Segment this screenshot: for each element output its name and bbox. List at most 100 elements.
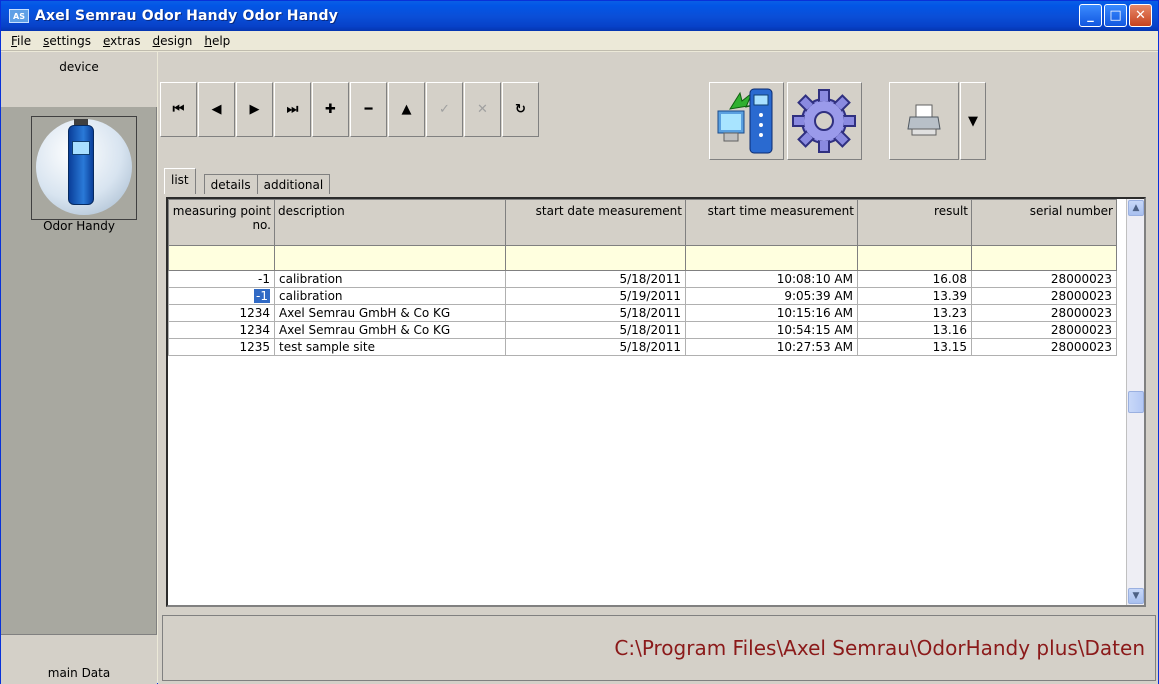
column-header-measuring-point[interactable]: measuring point no.: [168, 199, 275, 246]
scrollbar-thumb[interactable]: [1128, 391, 1144, 413]
selected-cell-value: -1: [254, 289, 270, 303]
cell-description[interactable]: Axel Semrau GmbH & Co KG: [274, 321, 506, 339]
data-path-text: C:\Program Files\Axel Semrau\OdorHandy p…: [614, 636, 1145, 660]
cell-result[interactable]: 13.23: [857, 304, 972, 322]
cell-description[interactable]: test sample site: [274, 338, 506, 356]
cell-measuring-point[interactable]: 1234: [168, 304, 275, 322]
post-record-button[interactable]: ✓: [426, 82, 463, 137]
handheld-device-icon: [68, 125, 94, 205]
column-header-start-date[interactable]: start date measurement: [505, 199, 686, 246]
cell-start-time[interactable]: 10:15:16 AM: [685, 304, 858, 322]
device-sidebar: device Odor Handy main Data: [1, 52, 157, 684]
cell-start-date[interactable]: 5/18/2011: [505, 270, 686, 288]
window-controls: _ □ ✕: [1079, 4, 1152, 27]
cell-start-time[interactable]: 10:54:15 AM: [685, 321, 858, 339]
menu-bar: File settings extras design help: [1, 31, 1158, 51]
cell-measuring-point[interactable]: -1: [168, 270, 275, 288]
cell-result[interactable]: 13.39: [857, 287, 972, 305]
filter-row: [168, 245, 1117, 271]
table-header-row: measuring point no. description start da…: [168, 199, 1117, 246]
maximize-button[interactable]: □: [1104, 4, 1127, 27]
table-row-selected[interactable]: -1 calibration 5/19/2011 9:05:39 AM 13.3…: [168, 287, 1117, 305]
navigator-toolbar: ⏮ ◀ ▶ ⏭ ✚ ━ ▲ ✓ ✕ ↻ ▼: [158, 52, 1158, 164]
tab-additional[interactable]: additional: [256, 174, 331, 194]
cell-serial-number[interactable]: 28000023: [971, 287, 1117, 305]
cell-result[interactable]: 16.08: [857, 270, 972, 288]
cell-start-date[interactable]: 5/18/2011: [505, 321, 686, 339]
cell-measuring-point[interactable]: 1235: [168, 338, 275, 356]
menu-help[interactable]: help: [198, 34, 236, 48]
cell-start-date[interactable]: 5/19/2011: [505, 287, 686, 305]
device-settings-button[interactable]: [787, 82, 862, 160]
cell-serial-number[interactable]: 28000023: [971, 338, 1117, 356]
filter-cell[interactable]: [685, 245, 858, 271]
first-record-button[interactable]: ⏮: [160, 82, 197, 137]
menu-file[interactable]: File: [5, 34, 37, 48]
measurements-table: measuring point no. description start da…: [168, 199, 1117, 356]
menu-design[interactable]: design: [147, 34, 199, 48]
scroll-down-icon[interactable]: ▼: [1128, 588, 1144, 604]
table-row[interactable]: 1235 test sample site 5/18/2011 10:27:53…: [168, 338, 1117, 356]
filter-cell[interactable]: [971, 245, 1117, 271]
edit-record-button[interactable]: ▲: [388, 82, 425, 137]
title-bar[interactable]: AS Axel Semrau Odor Handy Odor Handy _ □…: [1, 1, 1158, 31]
cell-start-date[interactable]: 5/18/2011: [505, 338, 686, 356]
cell-serial-number[interactable]: 28000023: [971, 321, 1117, 339]
transfer-from-device-button[interactable]: [709, 82, 784, 160]
insert-record-button[interactable]: ✚: [312, 82, 349, 137]
app-logo-icon: AS: [9, 9, 29, 23]
table-row[interactable]: -1 calibration 5/18/2011 10:08:10 AM 16.…: [168, 270, 1117, 288]
cell-result[interactable]: 13.16: [857, 321, 972, 339]
cell-measuring-point-selected[interactable]: -1: [168, 287, 275, 305]
window-title: Axel Semrau Odor Handy Odor Handy: [35, 8, 339, 24]
column-header-description[interactable]: description: [274, 199, 506, 246]
last-record-button[interactable]: ⏭: [274, 82, 311, 137]
cell-start-time[interactable]: 10:27:53 AM: [685, 338, 858, 356]
device-transfer-icon: [717, 88, 773, 154]
tab-details[interactable]: details: [203, 174, 258, 194]
cell-result[interactable]: 13.15: [857, 338, 972, 356]
prior-record-button[interactable]: ◀: [198, 82, 235, 137]
table-row[interactable]: 1234 Axel Semrau GmbH & Co KG 5/18/2011 …: [168, 321, 1117, 339]
cancel-edit-button[interactable]: ✕: [464, 82, 501, 137]
filter-cell[interactable]: [505, 245, 686, 271]
device-screen-icon: [72, 141, 90, 155]
main-panel: ⏮ ◀ ▶ ⏭ ✚ ━ ▲ ✓ ✕ ↻ ▼ list details addit…: [158, 52, 1158, 684]
cell-start-date[interactable]: 5/18/2011: [505, 304, 686, 322]
menu-settings[interactable]: settings: [37, 34, 97, 48]
next-record-button[interactable]: ▶: [236, 82, 273, 137]
cell-start-time[interactable]: 9:05:39 AM: [685, 287, 858, 305]
measurements-grid[interactable]: measuring point no. description start da…: [166, 197, 1146, 607]
scroll-up-icon[interactable]: ▲: [1128, 200, 1144, 216]
cell-description[interactable]: calibration: [274, 287, 506, 305]
column-header-start-time[interactable]: start time measurement: [685, 199, 858, 246]
delete-record-button[interactable]: ━: [350, 82, 387, 137]
sidebar-footer-main-data[interactable]: main Data: [1, 634, 157, 684]
close-button[interactable]: ✕: [1129, 4, 1152, 27]
cell-start-time[interactable]: 10:08:10 AM: [685, 270, 858, 288]
printer-icon: [907, 104, 941, 136]
cell-description[interactable]: calibration: [274, 270, 506, 288]
column-header-result[interactable]: result: [857, 199, 972, 246]
filter-cell[interactable]: [274, 245, 506, 271]
column-header-serial-number[interactable]: serial number: [971, 199, 1117, 246]
sidebar-header[interactable]: device: [1, 52, 157, 107]
view-tabs: list details additional: [158, 168, 331, 194]
menu-extras[interactable]: extras: [97, 34, 147, 48]
cell-measuring-point[interactable]: 1234: [168, 321, 275, 339]
tab-list[interactable]: list: [164, 168, 196, 194]
gear-icon: [792, 89, 856, 153]
refresh-button[interactable]: ↻: [502, 82, 539, 137]
vertical-scrollbar[interactable]: ▲ ▼: [1126, 199, 1144, 605]
device-tile-odor-handy[interactable]: [31, 116, 137, 220]
filter-cell[interactable]: [857, 245, 972, 271]
table-row[interactable]: 1234 Axel Semrau GmbH & Co KG 5/18/2011 …: [168, 304, 1117, 322]
print-options-dropdown[interactable]: ▼: [960, 82, 986, 160]
cell-description[interactable]: Axel Semrau GmbH & Co KG: [274, 304, 506, 322]
print-button[interactable]: [889, 82, 959, 160]
minimize-button[interactable]: _: [1079, 4, 1102, 27]
cell-serial-number[interactable]: 28000023: [971, 304, 1117, 322]
cell-serial-number[interactable]: 28000023: [971, 270, 1117, 288]
data-path-status: C:\Program Files\Axel Semrau\OdorHandy p…: [162, 615, 1156, 681]
filter-cell[interactable]: [168, 245, 275, 271]
